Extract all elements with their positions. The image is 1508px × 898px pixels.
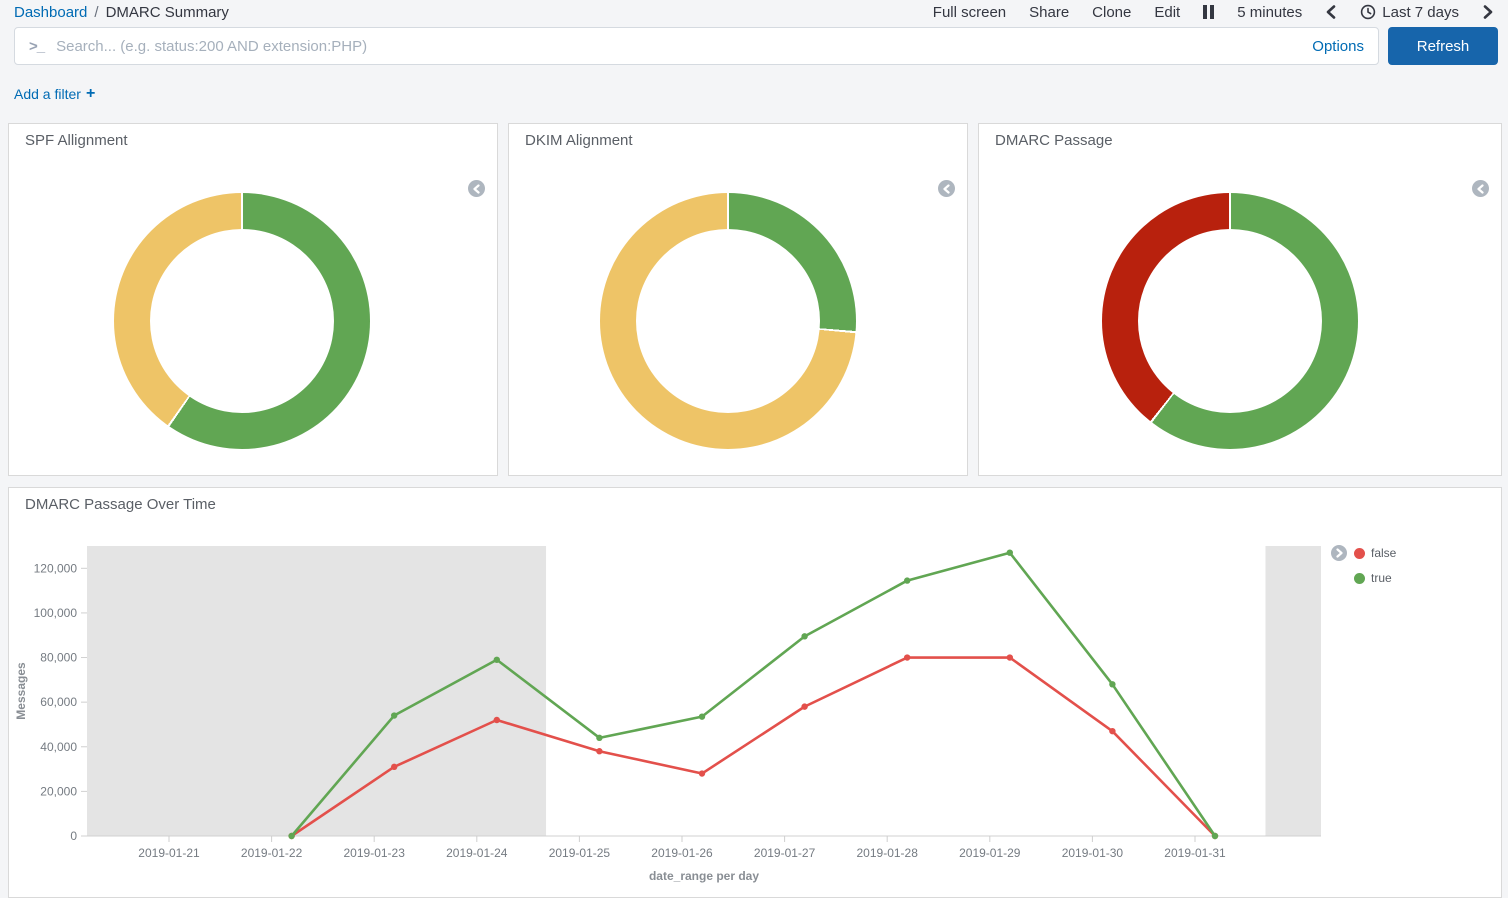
- svg-text:100,000: 100,000: [34, 606, 78, 620]
- panel-spf-allignment: SPF Allignment: [8, 123, 498, 476]
- svg-text:2019-01-25: 2019-01-25: [549, 846, 611, 860]
- clock-icon: [1360, 4, 1376, 20]
- chevron-right-icon: [1335, 548, 1344, 558]
- clone-button[interactable]: Clone: [1092, 4, 1131, 21]
- false-series-dot-icon: [1354, 548, 1365, 559]
- legend-label: false: [1371, 546, 1396, 560]
- add-filter-label: Add a filter: [14, 86, 81, 102]
- panel-dmarc-passage: DMARC Passage: [978, 123, 1502, 476]
- svg-text:date_range per day: date_range per day: [649, 869, 759, 883]
- panel-title: DKIM Alignment: [525, 132, 633, 149]
- svg-text:0: 0: [70, 829, 77, 843]
- svg-text:2019-01-24: 2019-01-24: [446, 846, 508, 860]
- svg-text:2019-01-28: 2019-01-28: [857, 846, 919, 860]
- chevron-left-icon: [1325, 5, 1337, 19]
- fullscreen-button[interactable]: Full screen: [933, 4, 1006, 21]
- svg-text:Messages: Messages: [14, 662, 28, 720]
- svg-text:20,000: 20,000: [40, 784, 77, 798]
- time-range-back-button[interactable]: [1325, 5, 1337, 19]
- dkim-donut-chart[interactable]: [600, 193, 856, 449]
- legend-label: true: [1371, 571, 1392, 585]
- spf-donut-chart[interactable]: [114, 193, 370, 449]
- refresh-interval-button[interactable]: 5 minutes: [1237, 4, 1302, 21]
- plus-icon: +: [86, 85, 95, 103]
- add-filter-button[interactable]: Add a filter +: [14, 85, 95, 103]
- svg-text:2019-01-22: 2019-01-22: [241, 846, 303, 860]
- true-series-dot-icon: [1354, 573, 1365, 584]
- svg-text:2019-01-29: 2019-01-29: [959, 846, 1021, 860]
- legend-item-false[interactable]: false: [1354, 546, 1396, 560]
- svg-text:40,000: 40,000: [40, 740, 77, 754]
- edit-button[interactable]: Edit: [1154, 4, 1180, 21]
- dmarc-donut-chart[interactable]: [1102, 193, 1358, 449]
- share-button[interactable]: Share: [1029, 4, 1069, 21]
- svg-text:2019-01-27: 2019-01-27: [754, 846, 816, 860]
- time-range-button[interactable]: Last 7 days: [1360, 4, 1459, 21]
- time-range-label: Last 7 days: [1382, 4, 1459, 21]
- svg-text:2019-01-26: 2019-01-26: [651, 846, 713, 860]
- legend-item-true[interactable]: true: [1354, 571, 1396, 585]
- breadcrumb-separator: /: [94, 4, 98, 21]
- panel-title: DMARC Passage Over Time: [25, 496, 216, 513]
- chevron-left-icon: [472, 184, 481, 194]
- chevron-right-icon: [1482, 5, 1494, 19]
- legend-collapse-icon[interactable]: [1472, 180, 1489, 197]
- search-box: >_ Options: [14, 27, 1379, 65]
- svg-text:2019-01-30: 2019-01-30: [1062, 846, 1124, 860]
- legend-collapse-icon[interactable]: [468, 180, 485, 197]
- svg-text:80,000: 80,000: [40, 651, 77, 665]
- page-title: DMARC Summary: [106, 4, 229, 21]
- svg-text:2019-01-31: 2019-01-31: [1164, 846, 1226, 860]
- panel-dmarc-passage-over-time: DMARC Passage Over Time 0 20,000 40,000 60,…: [8, 487, 1502, 898]
- pause-icon[interactable]: [1203, 5, 1214, 19]
- top-navigation-bar: Dashboard / DMARC Summary Full screen Sh…: [0, 0, 1508, 24]
- svg-text:60,000: 60,000: [40, 695, 77, 709]
- legend-collapse-icon[interactable]: [938, 180, 955, 197]
- search-bar-row: >_ Options Refresh: [0, 27, 1508, 65]
- breadcrumb-dashboard-link[interactable]: Dashboard: [14, 4, 87, 21]
- panel-dkim-alignment: DKIM Alignment: [508, 123, 968, 476]
- time-range-forward-button[interactable]: [1482, 5, 1494, 19]
- chevron-left-icon: [942, 184, 951, 194]
- chart-legend: false true: [1331, 545, 1396, 585]
- refresh-button[interactable]: Refresh: [1388, 27, 1498, 65]
- svg-text:120,000: 120,000: [34, 561, 78, 575]
- chevron-left-icon: [1476, 184, 1485, 194]
- search-input[interactable]: [56, 38, 1300, 55]
- svg-text:2019-01-21: 2019-01-21: [138, 846, 200, 860]
- panel-title: SPF Allignment: [25, 132, 128, 149]
- dmarc-over-time-line-chart[interactable]: 0 20,000 40,000 60,000 80,000 100,000 120,000 2…: [9, 514, 1501, 897]
- legend-toggle-icon[interactable]: [1331, 545, 1347, 561]
- panel-title: DMARC Passage: [995, 132, 1113, 149]
- options-button[interactable]: Options: [1312, 38, 1364, 55]
- console-prompt-icon: >_: [29, 38, 44, 55]
- svg-text:2019-01-23: 2019-01-23: [344, 846, 406, 860]
